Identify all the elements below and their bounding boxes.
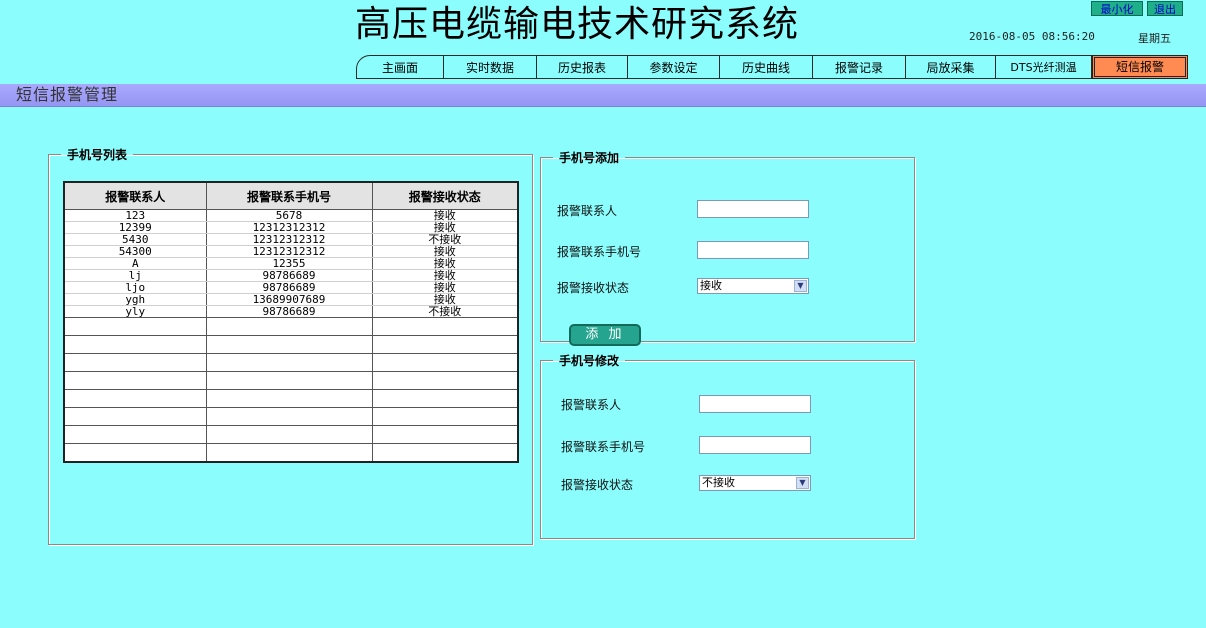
column-header-phone[interactable]: 报警联系手机号 [205, 181, 373, 210]
tab-alarm-records[interactable]: 报警记录 [813, 55, 906, 79]
table-row[interactable]: 123 5678 接收 [63, 209, 519, 222]
edit-phone-legend: 手机号修改 [559, 354, 620, 368]
cell-status: 接收 [371, 257, 519, 270]
cell-contact: lj [63, 269, 207, 282]
cell-contact: ygh [63, 293, 207, 306]
edit-phone-group: 手机号修改 报警联系人 报警联系手机号 报警接收状态 不接收 ▼ [540, 352, 915, 539]
tab-home[interactable]: 主画面 [356, 55, 444, 79]
edit-status-label: 报警接收状态 [561, 478, 634, 492]
add-status-value: 接收 [700, 279, 722, 292]
table-row[interactable]: 5430 12312312312 不接收 [63, 233, 519, 246]
cell-contact: A [63, 257, 207, 270]
cell-phone: 5678 [205, 209, 373, 222]
empty-row [63, 353, 519, 372]
empty-row [63, 317, 519, 336]
cell-phone: 12312312312 [205, 221, 373, 234]
empty-row [63, 425, 519, 444]
cell-phone: 12355 [205, 257, 373, 270]
app-title: 高压电缆输电技术研究系统 [355, 4, 800, 45]
empty-row [63, 443, 519, 463]
page-header: 短信报警管理 [0, 84, 1206, 107]
cell-status: 不接收 [371, 305, 519, 318]
table-row[interactable]: yly 98786689 不接收 [63, 305, 519, 318]
edit-contact-label: 报警联系人 [561, 398, 622, 412]
cell-contact: ljo [63, 281, 207, 294]
cell-status: 接收 [371, 209, 519, 222]
table-row[interactable]: 54300 12312312312 接收 [63, 245, 519, 258]
empty-row [63, 407, 519, 426]
cell-contact: 54300 [63, 245, 207, 258]
add-status-label: 报警接收状态 [557, 281, 630, 295]
empty-row [63, 371, 519, 390]
table-row[interactable]: ljo 98786689 接收 [63, 281, 519, 294]
column-header-contact[interactable]: 报警联系人 [63, 181, 207, 210]
exit-button[interactable]: 退出 [1147, 1, 1183, 16]
add-button[interactable]: 添 加 [569, 324, 641, 346]
add-contact-input[interactable] [697, 200, 809, 218]
minimize-button[interactable]: 最小化 [1091, 1, 1143, 16]
tab-dts-fiber-temp[interactable]: DTS光纤测温 [996, 55, 1092, 79]
cell-contact: 12399 [63, 221, 207, 234]
tab-history-curve[interactable]: 历史曲线 [720, 55, 813, 79]
tab-realtime-data[interactable]: 实时数据 [444, 55, 537, 79]
tab-parameter-settings[interactable]: 参数设定 [628, 55, 720, 79]
add-contact-label: 报警联系人 [557, 204, 618, 218]
table-row[interactable]: ygh 13689907689 接收 [63, 293, 519, 306]
cell-status: 不接收 [371, 233, 519, 246]
tab-partial-discharge[interactable]: 局放采集 [906, 55, 996, 79]
empty-row [63, 335, 519, 354]
edit-status-select[interactable]: 不接收 ▼ [699, 475, 811, 491]
page-title: 短信报警管理 [16, 85, 119, 104]
table-row[interactable]: lj 98786689 接收 [63, 269, 519, 282]
weekday-display: 星期五 [1138, 32, 1171, 45]
phone-list-group: 手机号列表 报警联系人 报警联系手机号 报警接收状态 123 5678 接收 123… [48, 146, 533, 545]
cell-phone: 12312312312 [205, 233, 373, 246]
cell-phone: 98786689 [205, 305, 373, 318]
add-phone-label: 报警联系手机号 [557, 245, 642, 259]
add-phone-group: 手机号添加 报警联系人 报警联系手机号 报警接收状态 接收 ▼ 添 加 [540, 149, 915, 346]
add-status-select[interactable]: 接收 ▼ [697, 278, 809, 294]
cell-status: 接收 [371, 269, 519, 282]
datetime-display: 2016-08-05 08:56:20 [969, 30, 1095, 43]
cell-phone: 98786689 [205, 269, 373, 282]
table-row[interactable]: A 12355 接收 [63, 257, 519, 270]
cell-contact: yly [63, 305, 207, 318]
edit-status-value: 不接收 [702, 476, 735, 489]
cell-contact: 123 [63, 209, 207, 222]
empty-row [63, 389, 519, 408]
add-phone-input[interactable] [697, 241, 809, 259]
tab-history-report[interactable]: 历史报表 [537, 55, 628, 79]
cell-status: 接收 [371, 221, 519, 234]
cell-contact: 5430 [63, 233, 207, 246]
cell-phone: 13689907689 [205, 293, 373, 306]
phone-list-legend: 手机号列表 [67, 148, 128, 162]
phone-list-table: 报警联系人 报警联系手机号 报警接收状态 123 5678 接收 12399 1231… [63, 181, 519, 463]
chevron-down-icon[interactable]: ▼ [794, 280, 807, 292]
tab-sms-alarm[interactable]: 短信报警 [1092, 55, 1188, 79]
edit-phone-input[interactable] [699, 436, 811, 454]
cell-status: 接收 [371, 293, 519, 306]
cell-phone: 12312312312 [205, 245, 373, 258]
add-phone-legend: 手机号添加 [559, 151, 620, 165]
table-row[interactable]: 12399 12312312312 接收 [63, 221, 519, 234]
table-header-row: 报警联系人 报警联系手机号 报警接收状态 [63, 181, 519, 210]
cell-phone: 98786689 [205, 281, 373, 294]
edit-contact-input[interactable] [699, 395, 811, 413]
chevron-down-icon[interactable]: ▼ [796, 477, 809, 489]
edit-phone-label: 报警联系手机号 [561, 440, 646, 454]
cell-status: 接收 [371, 245, 519, 258]
column-header-status[interactable]: 报警接收状态 [371, 181, 519, 210]
cell-status: 接收 [371, 281, 519, 294]
top-bar: 高压电缆输电技术研究系统 最小化 退出 2016-08-05 08:56:20 … [0, 0, 1206, 84]
